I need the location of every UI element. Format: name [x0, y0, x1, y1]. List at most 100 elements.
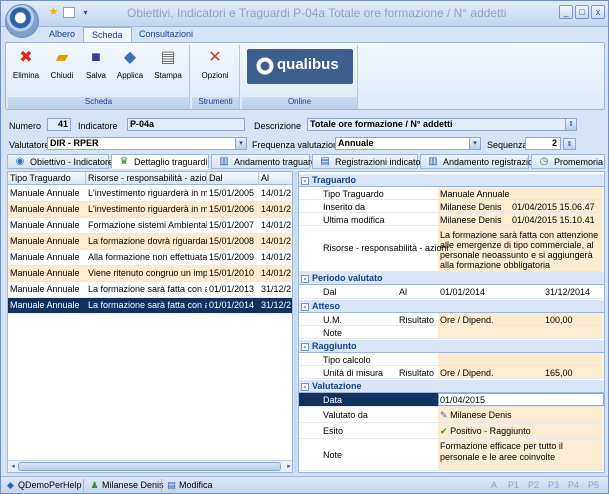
section-raggiunto[interactable]: - Raggiunto	[299, 340, 604, 353]
table-row[interactable]: Manuale Annuale La formazione sarà fatta …	[8, 298, 292, 314]
table-row[interactable]: Manuale Annuale Alla formazione non effet…	[8, 250, 292, 266]
page-tag-p4[interactable]: P4	[568, 480, 579, 490]
scroll-thumb[interactable]	[18, 462, 281, 471]
star-icon[interactable]: ★	[47, 6, 60, 19]
table-cell: 14/01/2	[261, 268, 292, 278]
elimina-button[interactable]: ✖ Elimina	[10, 48, 42, 80]
stampa-button[interactable]: ▤ Stampa	[152, 48, 184, 80]
window-controls: _ □ x	[557, 5, 605, 19]
chevron-down-icon[interactable]: ▾	[235, 138, 246, 149]
column-header[interactable]: Tipo Traguardo	[8, 172, 86, 185]
app-orb-button[interactable]	[5, 4, 39, 38]
tab-promemoria[interactable]: ◷ Promemoria	[531, 154, 605, 169]
table-cell: 31/12/2	[261, 284, 292, 294]
tab-obiettivo-indicatore[interactable]: ◉ Obiettivo - Indicatore	[7, 154, 113, 169]
chevron-down-icon[interactable]: ▾	[469, 138, 480, 149]
section-traguardo[interactable]: - Traguardo	[299, 174, 604, 187]
salva-button[interactable]: ■ Salva	[80, 48, 112, 80]
list-icon: ▤	[320, 156, 330, 167]
page-tag-p2[interactable]: P2	[528, 480, 539, 490]
section-valutazione[interactable]: - Valutazione	[299, 380, 604, 393]
column-header[interactable]: Risorse - responsabilità - azioni	[86, 172, 207, 185]
traguardi-grid: Tipo Traguardo Risorse - responsabilità …	[7, 171, 293, 473]
opzioni-button[interactable]: ✕ Opzioni	[199, 48, 231, 80]
page-tag-p3[interactable]: P3	[548, 480, 559, 490]
title-bar: ★ ▾ Obiettivi, Indicatori e Traguardi P-…	[1, 1, 608, 27]
table-cell: 15/01/2006	[209, 204, 255, 214]
collapse-icon[interactable]: -	[301, 275, 309, 283]
section-atteso[interactable]: - Atteso	[299, 300, 604, 313]
note-icon[interactable]	[63, 7, 75, 18]
table-cell: La formazione sarà fatta con atte	[88, 284, 207, 294]
tab-albero[interactable]: Albero	[41, 27, 83, 42]
valutatore-combo[interactable]: DIR - RPER ▾	[47, 137, 247, 150]
column-header[interactable]: Al	[259, 172, 292, 185]
status-user[interactable]: ♟ Milanese Denis	[89, 480, 163, 491]
table-row[interactable]: Manuale Annuale Formazione sistemi Ambien…	[8, 218, 292, 234]
frequenza-combo[interactable]: Annuale ▾	[335, 137, 481, 150]
qualibus-logo-icon	[255, 56, 275, 76]
property-row: Tipo calcolo	[299, 353, 604, 366]
table-cell: 31/12/2	[261, 300, 292, 310]
table-row[interactable]: Manuale Annuale L'investimento riguarderà…	[8, 186, 292, 202]
table-cell: Alla formazione non effettuata ne	[88, 252, 207, 262]
dropdown-icon[interactable]: ▾	[79, 6, 92, 19]
table-cell: Viene ritenuto congruo un impegr	[88, 268, 207, 278]
indicatore-label: Indicatore	[78, 121, 118, 131]
property-row: Ultima modifica Milanese Denis 01/04/2015 …	[299, 213, 604, 226]
tab-registrazioni-indicatore[interactable]: ▤ Registrazioni indicatore	[312, 154, 429, 169]
table-row[interactable]: Manuale Annuale L'investimento riguarderà…	[8, 202, 292, 218]
table-cell: 14/01/2	[261, 204, 292, 214]
group-label-scheda: Scheda	[8, 97, 189, 109]
close-button[interactable]: x	[591, 5, 605, 19]
column-header[interactable]: Dal	[207, 172, 259, 185]
scroll-left-icon[interactable]: ◂	[8, 462, 18, 471]
table-row[interactable]: Manuale Annuale La formazione sarà fatta …	[8, 282, 292, 298]
indicatore-field: P-04a	[127, 118, 245, 131]
panel-splitter[interactable]	[294, 171, 297, 473]
page-tag-p5[interactable]: P5	[588, 480, 599, 490]
data-input[interactable]: 01/04/2015	[438, 395, 485, 405]
applica-button[interactable]: ◆ Applica	[114, 48, 146, 80]
table-cell: 01/01/2014	[209, 300, 255, 310]
horizontal-scrollbar[interactable]: ◂ ▸	[8, 460, 292, 472]
collapse-icon[interactable]: -	[301, 177, 309, 185]
sequenza-field[interactable]: 2	[525, 137, 561, 150]
table-row[interactable]: Manuale Annuale Viene ritenuto congruo un…	[8, 266, 292, 282]
tab-andamento-registrazioni[interactable]: ▥ Andamento registrazioni	[420, 154, 540, 169]
table-cell: Manuale Annuale	[10, 220, 80, 230]
minimize-button[interactable]: _	[559, 5, 573, 19]
traguardo-details: - Traguardo Tipo Traguardo Manuale Annuale…	[298, 171, 605, 473]
collapse-icon[interactable]: -	[301, 303, 309, 311]
tools-icon: ✕	[208, 49, 222, 66]
group-scheda: ✖ Elimina ▰ Chiudi ■ Salva ◆ Applica ▤ Stampa…	[8, 45, 190, 109]
sequenza-spin-icon[interactable]: ⇕	[563, 138, 576, 150]
target-icon: ◉	[15, 156, 25, 167]
table-cell: Manuale Annuale	[10, 204, 80, 214]
qualibus-logo[interactable]: qualibus	[247, 49, 353, 84]
status-database[interactable]: ◆ QDemoPerHelp	[5, 480, 82, 491]
tab-andamento-traguardi[interactable]: ▥ Andamento traguardi	[211, 154, 318, 169]
property-row: Esito ✔ Positivo - Raggiunto	[299, 423, 604, 439]
collapse-icon[interactable]: -	[301, 343, 309, 351]
clock-icon: ◷	[539, 156, 549, 167]
tab-scheda[interactable]: Scheda	[83, 27, 132, 42]
tab-consultazioni[interactable]: Consultazioni	[131, 27, 201, 42]
page-tag-p1[interactable]: P1	[508, 480, 519, 490]
status-bar: ◆ QDemoPerHelp ♟ Milanese Denis ▤ Modifica …	[1, 476, 608, 493]
table-cell: Formazione sistemi Ambientale se	[88, 220, 207, 230]
property-row: U.M. Risultato Ore / Dipend. 100,00	[299, 313, 604, 326]
section-periodo[interactable]: - Periodo valutato	[299, 272, 604, 285]
page-tag-a[interactable]: A	[491, 480, 497, 490]
scroll-right-icon[interactable]: ▸	[284, 462, 292, 471]
maximize-button[interactable]: □	[575, 5, 589, 19]
property-row-selected: Data 01/04/2015	[299, 393, 604, 407]
table-row[interactable]: Manuale Annuale La formazione dovrà rigua…	[8, 234, 292, 250]
page-tabs: ◉ Obiettivo - Indicatore ♛ Dettaglio tragu…	[7, 154, 605, 169]
spin-icon[interactable]: ⇕	[565, 119, 576, 130]
apply-icon: ◆	[123, 49, 137, 66]
tab-dettaglio-traguardi[interactable]: ♛ Dettaglio traguardi	[111, 154, 209, 169]
property-row: Risorse - responsabilità - azioni La form…	[299, 226, 604, 272]
chiudi-button[interactable]: ▰ Chiudi	[46, 48, 78, 80]
collapse-icon[interactable]: -	[301, 383, 309, 391]
